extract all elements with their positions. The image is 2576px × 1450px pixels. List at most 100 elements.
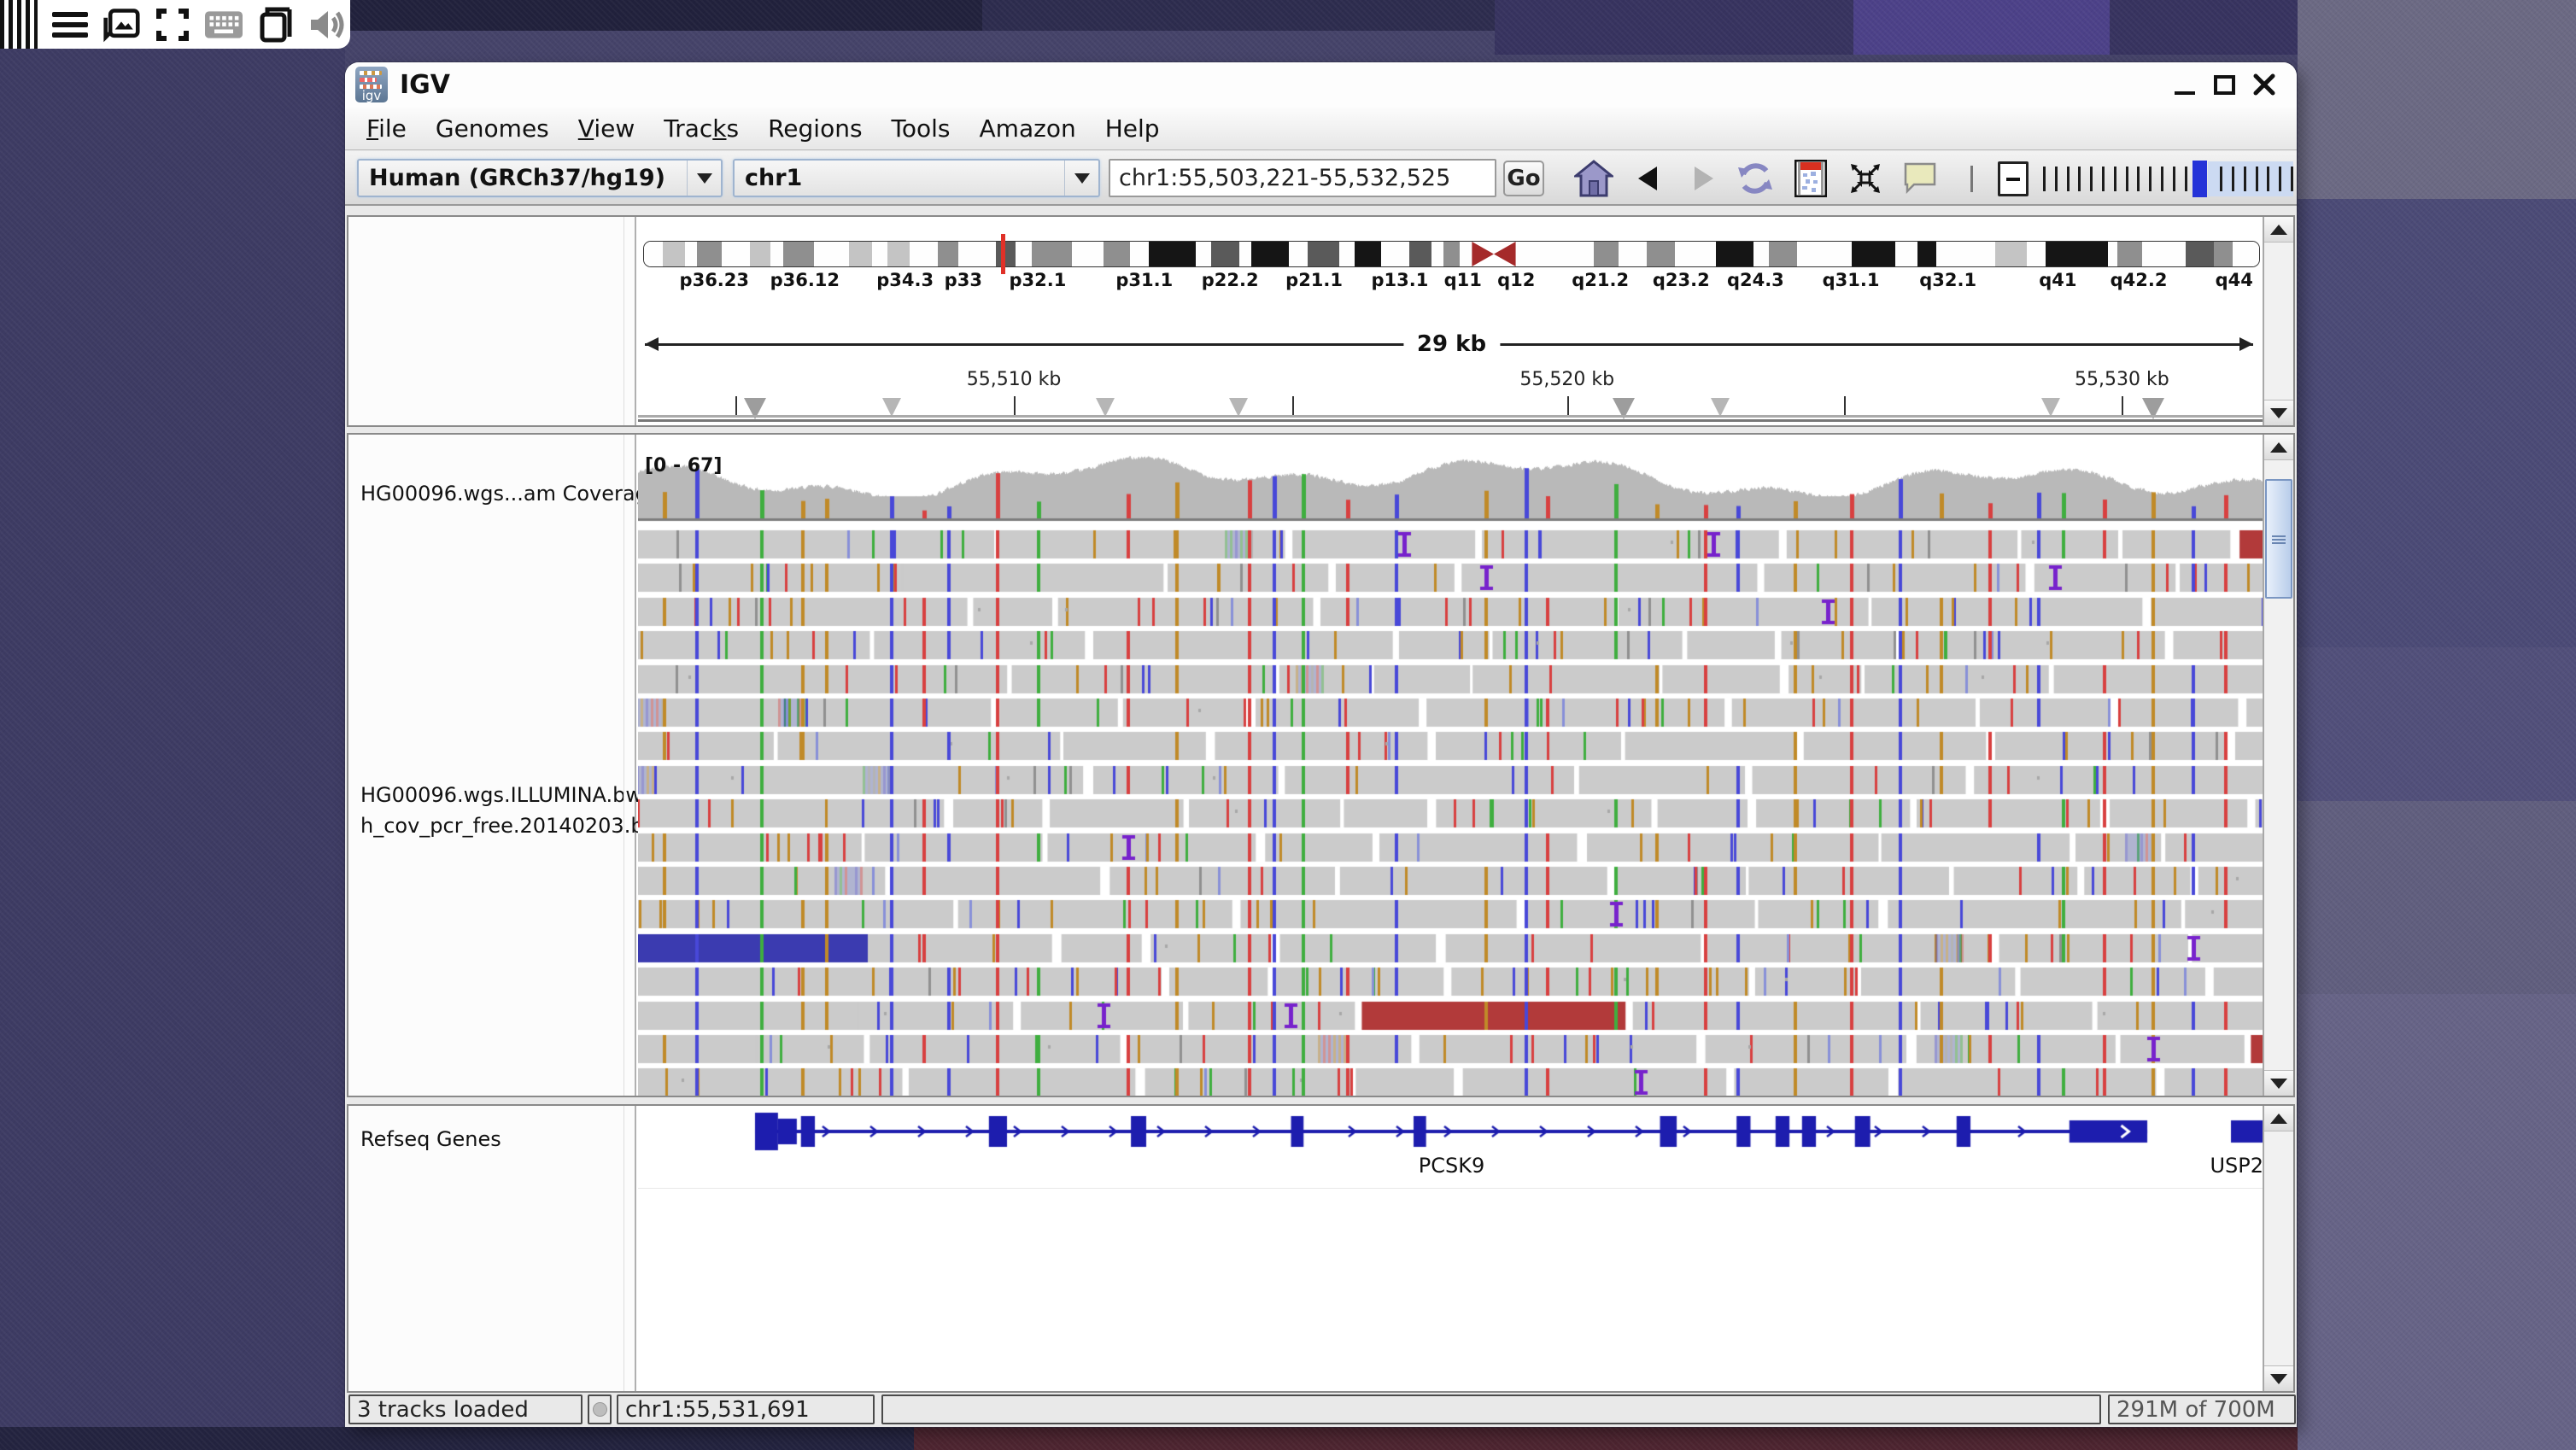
keyboard-icon[interactable]: [205, 8, 243, 42]
screenshot-icon[interactable]: [102, 8, 140, 42]
alignment-panel-content[interactable]: [0 - 67]: [638, 435, 2265, 1096]
menu-amazon[interactable]: Amazon: [965, 114, 1091, 143]
arrow-left-icon: [645, 337, 659, 351]
fullscreen-icon[interactable]: [154, 8, 191, 42]
locus-input[interactable]: [1109, 159, 1496, 197]
cytoband: [1308, 242, 1339, 266]
cytoband: [1032, 242, 1073, 266]
wallpaper-block: [2298, 647, 2576, 801]
genes-panel-content[interactable]: PCSK9 USP2: [638, 1106, 2265, 1391]
cytoband: [1251, 242, 1289, 266]
chevron-down-icon[interactable]: [1064, 161, 1098, 196]
menu-tools[interactable]: Tools: [877, 114, 965, 143]
cytoband: [1339, 242, 1355, 266]
scroll-up-icon[interactable]: [2264, 1106, 2293, 1131]
forward-icon[interactable]: [1689, 158, 1718, 199]
cytoband-label: p31.1: [1115, 270, 1173, 290]
cytoband: [910, 242, 938, 266]
cytoband: [1104, 242, 1130, 266]
cytoband: [2233, 242, 2260, 266]
cytoband: [938, 242, 958, 266]
menu-icon[interactable]: [51, 8, 89, 42]
genes-track-label[interactable]: Refseq Genes: [360, 1127, 501, 1151]
alignment-panel-scrollbar[interactable]: [2263, 435, 2293, 1096]
status-dot-icon: [593, 1402, 607, 1417]
zoom-tick: [2126, 167, 2128, 191]
scroll-down-icon[interactable]: [2264, 1070, 2293, 1096]
go-button[interactable]: Go: [1503, 161, 1544, 196]
zoom-slider-thumb[interactable]: [2193, 161, 2207, 197]
cytoband: [2214, 242, 2233, 266]
menu-file[interactable]: File: [352, 114, 421, 143]
genes-panel-scrollbar[interactable]: [2263, 1106, 2293, 1391]
copy-icon[interactable]: [256, 8, 294, 42]
cytoband-label: q12: [1497, 270, 1535, 290]
wallpaper-block: [0, 1427, 914, 1450]
coverage-track-label[interactable]: HG00096.wgs...am Coverage: [360, 482, 661, 506]
cytoband-label: p36.12: [770, 270, 840, 290]
menu-regions[interactable]: Regions: [753, 114, 876, 143]
vnc-control-bar: [0, 0, 350, 49]
title-bar[interactable]: igv IGV: [345, 62, 2297, 107]
genome-select[interactable]: Human (GRCh37/hg19): [357, 159, 723, 197]
igv-logo-icon: igv: [355, 67, 388, 102]
menu-help[interactable]: Help: [1091, 114, 1174, 143]
zoom-tick: [2244, 167, 2246, 191]
zoom-tick: [2055, 167, 2058, 191]
row-separator: [638, 1188, 2265, 1189]
cytoband: [2027, 242, 2046, 266]
scroll-up-icon[interactable]: [2264, 217, 2293, 243]
alignment-track-label-line2[interactable]: h_cov_pcr_free.20140203.bam: [360, 814, 676, 838]
locus-panel-scrollbar[interactable]: [2263, 217, 2293, 425]
menu-tracks[interactable]: Tracks: [649, 114, 753, 143]
ruler-tick: [1292, 396, 1294, 417]
home-icon[interactable]: [1572, 158, 1615, 199]
cytoband: [814, 242, 848, 266]
ruler-span-label: 29 kb: [1403, 331, 1500, 357]
scrollbar-thumb[interactable]: [2265, 479, 2292, 599]
cytoband: [1594, 242, 1619, 266]
cytoband: [1769, 242, 1797, 266]
ruler-marker-triangle: [1229, 398, 1248, 417]
cytoband-label: p33: [945, 270, 982, 290]
back-icon[interactable]: [1633, 158, 1662, 199]
scroll-down-icon[interactable]: [2264, 400, 2293, 425]
alignment-panel: HG00096.wgs...am Coverage HG00096.wgs.IL…: [347, 433, 2295, 1097]
tooltip-popup-icon[interactable]: [1901, 158, 1939, 199]
cytoband: [722, 242, 750, 266]
window-title: IGV: [400, 70, 450, 100]
speaker-icon[interactable]: [307, 8, 345, 42]
igv-window: igv IGV FileGenomesViewTracksRegionsTool…: [345, 62, 2297, 1427]
cytoband-label: q41: [2039, 270, 2076, 290]
drag-handle[interactable]: [0, 0, 38, 49]
minimize-button[interactable]: [2172, 71, 2199, 98]
wallpaper-block: [2298, 199, 2576, 647]
scroll-up-icon[interactable]: [2264, 435, 2293, 460]
alignment-track-label-line1[interactable]: HG00096.wgs.ILLUMINA.bwa.G: [360, 783, 677, 807]
fit-to-window-icon[interactable]: [1848, 158, 1882, 199]
cytoband-label: q21.2: [1572, 270, 1629, 290]
define-region-icon[interactable]: [1793, 158, 1829, 199]
zoom-tick: [2067, 167, 2070, 191]
chromosome-ideogram[interactable]: [643, 241, 2260, 267]
arrow-right-icon: [2239, 337, 2253, 351]
gene-name-label: USP2: [2210, 1154, 2263, 1178]
locus-panel-content[interactable]: p36.23p36.12p34.3p33p32.1p31.1p22.2p21.1…: [638, 217, 2265, 425]
zoom-out-button[interactable]: [1998, 161, 2029, 196]
alignment-canvas[interactable]: [638, 435, 2265, 1096]
refresh-icon[interactable]: [1734, 158, 1777, 199]
maximize-button[interactable]: [2211, 71, 2239, 98]
close-button[interactable]: [2251, 71, 2278, 98]
ruler-tick-label: 55,510 kb: [967, 369, 1062, 390]
zoom-tick: [2232, 167, 2234, 191]
cytoband: [697, 242, 722, 266]
cytoband: [1797, 242, 1852, 266]
chromosome-select[interactable]: chr1: [733, 159, 1100, 197]
menu-genomes[interactable]: Genomes: [421, 114, 564, 143]
gene-track-canvas[interactable]: [638, 1106, 2265, 1391]
chromosome-select-value: chr1: [735, 165, 1064, 191]
chevron-down-icon[interactable]: [687, 161, 721, 196]
scroll-down-icon[interactable]: [2264, 1365, 2293, 1391]
cytoband: [1443, 242, 1459, 266]
menu-view[interactable]: View: [564, 114, 649, 143]
